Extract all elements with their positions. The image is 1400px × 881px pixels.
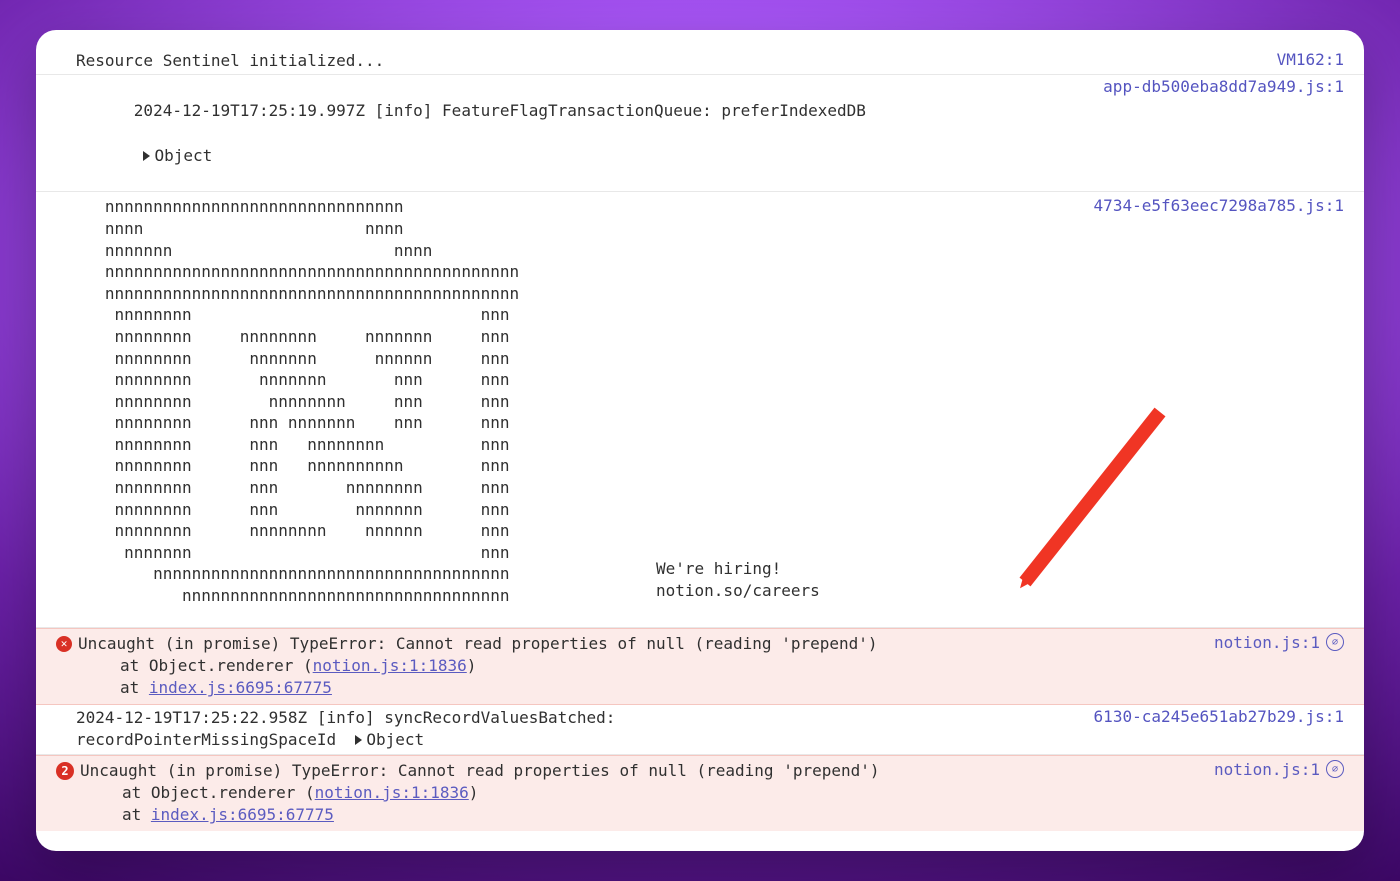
console-error-row: ✕ Uncaught (in promise) TypeError: Canno… — [36, 628, 1364, 705]
object-label[interactable]: Object — [154, 146, 212, 165]
log-message: 2024-12-19T17:25:19.997Z [info] FeatureF… — [76, 77, 1083, 189]
object-label[interactable]: Object — [366, 730, 424, 749]
source-link[interactable]: VM162:1 — [1257, 50, 1344, 69]
stack-at: at — [120, 678, 149, 697]
error-message: Uncaught (in promise) TypeError: Cannot … — [78, 634, 878, 653]
log-row: 2024-12-19T17:25:19.997Z [info] FeatureF… — [36, 75, 1364, 192]
error-count-badge: 2 — [56, 762, 74, 780]
log-message: 2024-12-19T17:25:22.958Z [info] syncReco… — [76, 707, 1074, 752]
source-link-text: notion.js:1 — [1214, 633, 1320, 652]
source-link-text: notion.js:1 — [1214, 760, 1320, 779]
log-text: 2024-12-19T17:25:19.997Z [info] FeatureF… — [134, 101, 866, 120]
stack-at: at Object.renderer ( — [122, 783, 315, 802]
error-stack: at Object.renderer (notion.js:1:1836) at… — [80, 782, 1194, 827]
console-error-row: 2 Uncaught (in promise) TypeError: Canno… — [36, 755, 1364, 831]
log-row: 2024-12-19T17:25:22.958Z [info] syncReco… — [36, 705, 1364, 755]
error-body: Uncaught (in promise) TypeError: Cannot … — [78, 633, 1194, 700]
stack-link[interactable]: index.js:6695:67775 — [149, 678, 332, 697]
log-text: 2024-12-19T17:25:22.958Z [info] syncReco… — [76, 708, 615, 749]
source-badge-icon: ⌀ — [1326, 633, 1344, 651]
error-stack: at Object.renderer (notion.js:1:1836) at… — [78, 655, 1194, 700]
error-message: Uncaught (in promise) TypeError: Cannot … — [80, 761, 880, 780]
ascii-art: nnnnnnnnnnnnnnnnnnnnnnnnnnnnnnn nnnn nnn… — [76, 196, 519, 606]
console-panel: Resource Sentinel initialized... VM162:1… — [36, 30, 1364, 851]
stack-at: at Object.renderer ( — [120, 656, 313, 675]
stack-link[interactable]: index.js:6695:67775 — [151, 805, 334, 824]
log-row-ascii-art: nnnnnnnnnnnnnnnnnnnnnnnnnnnnnnn nnnn nnn… — [36, 192, 1364, 627]
error-body: Uncaught (in promise) TypeError: Cannot … — [80, 760, 1194, 827]
source-badge-icon: ⌀ — [1326, 760, 1344, 778]
hiring-message: We're hiring! notion.so/careers — [656, 558, 820, 603]
stack-link[interactable]: notion.js:1:1836 — [315, 783, 469, 802]
expand-triangle-icon[interactable] — [355, 735, 362, 745]
error-icon: ✕ — [56, 636, 72, 652]
log-message: Resource Sentinel initialized... — [76, 50, 1257, 72]
stack-close: ) — [469, 783, 479, 802]
stack-link[interactable]: notion.js:1:1836 — [313, 656, 467, 675]
log-row: Resource Sentinel initialized... VM162:1 — [36, 30, 1364, 75]
source-link[interactable]: notion.js:1 ⌀ — [1194, 633, 1344, 652]
expand-triangle-icon[interactable] — [143, 151, 150, 161]
source-link[interactable]: 6130-ca245e651ab27b29.js:1 — [1074, 707, 1344, 726]
source-link[interactable]: notion.js:1 ⌀ — [1194, 760, 1344, 779]
stack-close: ) — [467, 656, 477, 675]
source-link[interactable]: 4734-e5f63eec7298a785.js:1 — [1074, 196, 1344, 215]
stack-at: at — [122, 805, 151, 824]
source-link[interactable]: app-db500eba8dd7a949.js:1 — [1083, 77, 1344, 96]
